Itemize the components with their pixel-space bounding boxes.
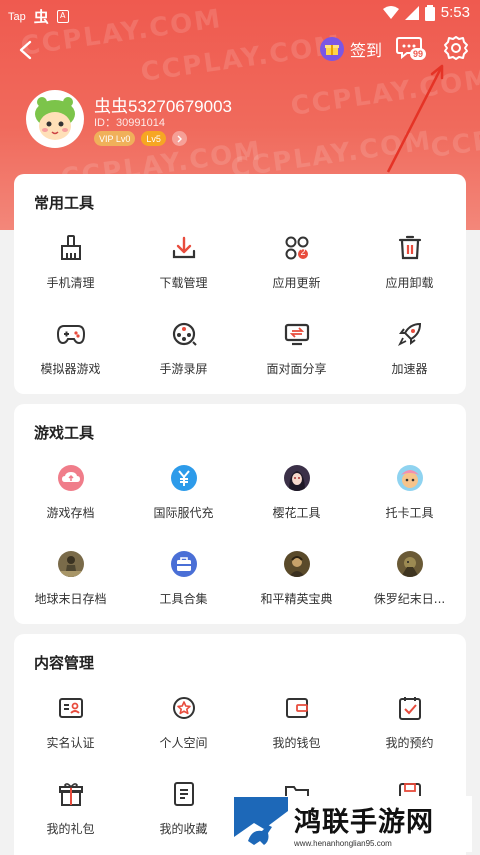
clock: 5:53 [440,4,470,21]
tool-label: 樱花工具 [272,506,321,520]
tool-label: 我的预约 [385,736,434,750]
watermark: CCPLAY.COM [428,106,480,164]
tool-accelerator[interactable]: 加速器 [353,312,466,398]
chevron-right-icon[interactable] [171,131,187,146]
back-arrow-icon[interactable] [12,36,40,64]
tool-intl-recharge[interactable]: 国际服代充 [127,456,240,542]
update-count-badge: 2 [300,247,306,257]
tool-label: 我的礼包 [46,822,95,836]
tool-label: 个人空间 [159,736,208,750]
ad-banner[interactable]: 鸿联手游网 www.henanhonglian95.com [232,796,472,852]
tool-label: 实名认证 [46,736,95,750]
gamepad-icon [55,318,87,350]
section-title: 游戏工具 [34,424,95,442]
notification-icon: A [56,10,69,23]
signal-icon [404,5,419,20]
user-id: ID：30991014 [94,117,165,129]
tool-download-manager[interactable]: 下载管理 [127,226,240,312]
share-screen-icon [281,318,313,350]
yuan-icon [168,462,200,494]
level-badge: Lv5 [141,131,166,146]
tool-label: 模拟器游戏 [40,362,101,376]
apps-update-icon: 2 [281,232,313,264]
tool-label: 地球末日存档 [34,592,107,606]
signin-button[interactable]: 签到 [320,36,382,62]
tool-phone-clean[interactable]: 手机清理 [14,226,127,312]
tool-game-save[interactable]: 游戏存档 [14,456,127,542]
tool-label: 手机清理 [46,276,95,290]
lastday-thumb [55,548,87,580]
wallet-icon [281,692,313,724]
cloud-save-icon [55,462,87,494]
tool-app-uninstall[interactable]: 应用卸载 [353,226,466,312]
tool-label: 手游录屏 [159,362,208,376]
tool-gift-pack[interactable]: 我的礼包 [14,772,127,855]
gift-box-icon [55,778,87,810]
app-notification-icon: 虫 [33,8,49,26]
tool-toca[interactable]: 托卡工具 [353,456,466,542]
tool-label: 游戏存档 [46,506,95,520]
tool-pubg-guide[interactable]: 和平精英宝典 [240,542,353,628]
signin-label: 签到 [350,41,383,60]
message-button[interactable]: 99 [395,34,429,64]
tool-personal-space[interactable]: 个人空间 [127,686,240,772]
jurassic-thumb [394,548,426,580]
bookmark-list-icon [168,778,200,810]
tool-screen-record[interactable]: 手游录屏 [127,312,240,398]
tool-favorites[interactable]: 我的收藏 [127,772,240,855]
tool-label: 托卡工具 [385,506,434,520]
trash-icon [394,232,426,264]
ad-url: www.henanhonglian95.com [294,839,392,848]
game-tools-card: 游戏工具 游戏存档 国际服代充 樱花工具 托卡工具 地球末日存档 工具合集 和平… [14,404,466,624]
tool-label: 侏罗纪末日... [373,592,446,606]
tool-real-name[interactable]: 实名认证 [14,686,127,772]
tool-app-update[interactable]: 2 应用更新 [240,226,353,312]
tool-label: 面对面分享 [266,362,327,376]
common-tools-card: 常用工具 手机清理 下载管理 2 应用更新 应用卸载 模拟器游戏 手游录屏 面对… [14,174,466,394]
avatar[interactable] [26,90,84,148]
battery-icon [424,4,435,21]
tool-jurassic[interactable]: 侏罗纪末日... [353,542,466,628]
user-badges: VIP Lv0 Lv5 [94,131,187,146]
pubg-thumb [281,548,313,580]
section-title: 常用工具 [34,194,95,212]
tool-label: 下载管理 [159,276,208,290]
tool-collection[interactable]: 工具合集 [127,542,240,628]
download-icon [168,232,200,264]
id-card-icon [55,692,87,724]
sakura-thumb [281,462,313,494]
tool-wallet[interactable]: 我的钱包 [240,686,353,772]
settings-gear-icon[interactable] [442,34,470,62]
tool-label: 我的钱包 [272,736,321,750]
gift-icon [320,37,344,61]
carrier-label: Tap [8,10,26,23]
tool-label: 国际服代充 [153,506,214,520]
section-title: 内容管理 [34,654,95,672]
tool-emulator-games[interactable]: 模拟器游戏 [14,312,127,398]
status-bar: Tap 虫 A 5:53 [0,0,480,28]
watermark: CCPLAY.COM [288,64,480,122]
broom-icon [55,232,87,264]
star-badge-icon [168,692,200,724]
ad-title: 鸿联手游网 [294,807,434,838]
tool-label: 我的收藏 [159,822,208,836]
tool-label: 和平精英宝典 [260,592,333,606]
record-icon [168,318,200,350]
toca-thumb [394,462,426,494]
calendar-check-icon [394,692,426,724]
tool-face-share[interactable]: 面对面分享 [240,312,353,398]
tool-last-day-save[interactable]: 地球末日存档 [14,542,127,628]
rocket-icon [394,318,426,350]
horse-logo-icon [234,797,288,851]
tool-label: 应用更新 [272,276,321,290]
vip-badge: VIP Lv0 [94,131,136,146]
message-count-badge: 99 [410,48,427,60]
tool-label: 工具合集 [159,592,208,606]
wifi-icon [382,5,399,19]
tool-sakura[interactable]: 樱花工具 [240,456,353,542]
tool-reservation[interactable]: 我的预约 [353,686,466,772]
tool-label: 应用卸载 [385,276,434,290]
tool-label: 加速器 [391,362,428,376]
toolbox-icon [168,548,200,580]
